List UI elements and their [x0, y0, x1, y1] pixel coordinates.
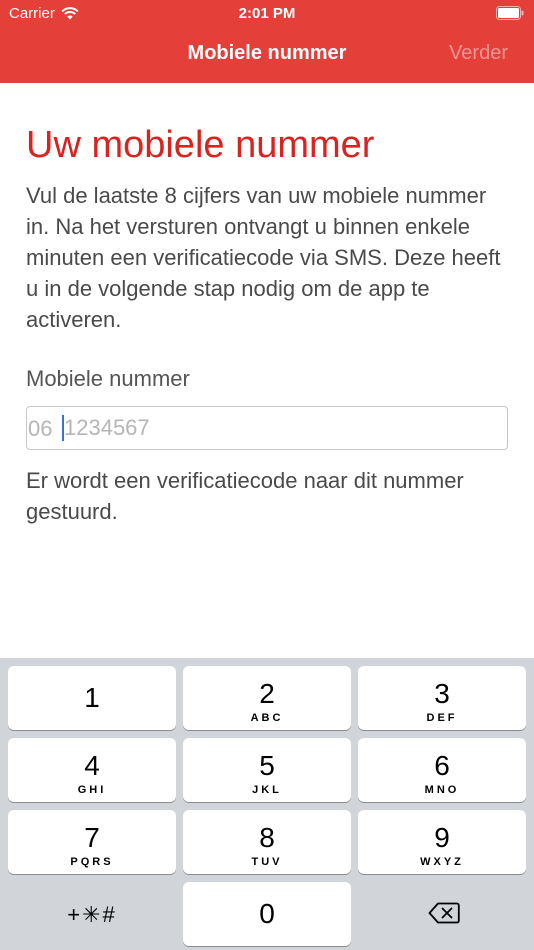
- page-title: Uw mobiele nummer: [26, 124, 375, 166]
- next-button[interactable]: Verder: [449, 42, 508, 65]
- key-digit: 5: [259, 750, 275, 781]
- key-digit: 4: [84, 750, 100, 781]
- key-3[interactable]: 3 DEF: [358, 666, 526, 730]
- key-letters: GHI: [77, 784, 107, 796]
- key-backspace[interactable]: [358, 882, 526, 946]
- key-symbols[interactable]: +✳#: [8, 882, 176, 946]
- battery-icon: [496, 6, 524, 20]
- phone-prefix: 06: [28, 416, 53, 441]
- key-8[interactable]: 8 TUV: [183, 810, 351, 874]
- intro-text: Vul de laatste 8 cijfers van uw mobiele …: [26, 183, 501, 332]
- key-0[interactable]: 0: [183, 882, 351, 946]
- key-2[interactable]: 2 ABC: [183, 666, 351, 730]
- phone-input[interactable]: [64, 407, 494, 449]
- key-letters: MNO: [424, 784, 460, 796]
- key-6[interactable]: 6 MNO: [358, 738, 526, 802]
- key-digit: 2: [259, 678, 275, 709]
- key-letters: PQRS: [70, 856, 114, 868]
- key-digit: 9: [434, 822, 450, 853]
- key-letters: ABC: [250, 712, 284, 724]
- key-letters: WXYZ: [420, 856, 464, 868]
- navigation-header: Carrier 2:01 PM Mobiele nummer Verder: [0, 0, 534, 83]
- key-digit: 1: [84, 682, 100, 713]
- key-letters: TUV: [251, 856, 283, 868]
- key-digit: 8: [259, 822, 275, 853]
- hint-text: Er wordt een verificatiecode naar dit nu…: [26, 468, 464, 524]
- key-letters: DEF: [426, 712, 458, 724]
- key-9[interactable]: 9 WXYZ: [358, 810, 526, 874]
- backspace-icon: [428, 902, 460, 924]
- key-digit: 0: [259, 898, 275, 929]
- key-letters: JKL: [252, 784, 282, 796]
- key-digit: 3: [434, 678, 450, 709]
- key-5[interactable]: 5 JKL: [183, 738, 351, 802]
- key-symbols-label: +✳#: [67, 902, 117, 927]
- main-content: Uw mobiele nummer Vul de laatste 8 cijfe…: [26, 83, 508, 527]
- key-4[interactable]: 4 GHI: [8, 738, 176, 802]
- phone-field-label: Mobiele nummer: [26, 366, 190, 391]
- key-digit: 6: [434, 750, 450, 781]
- phone-field[interactable]: 06: [26, 406, 508, 450]
- key-digit: 7: [84, 822, 100, 853]
- key-1[interactable]: 1: [8, 666, 176, 730]
- numeric-keypad: 1 2 ABC 3 DEF 4 GHI 5 JKL 6 MNO 7 PQRS 8…: [0, 658, 534, 950]
- status-bar: Carrier 2:01 PM: [0, 0, 534, 28]
- key-7[interactable]: 7 PQRS: [8, 810, 176, 874]
- status-time: 2:01 PM: [238, 5, 296, 22]
